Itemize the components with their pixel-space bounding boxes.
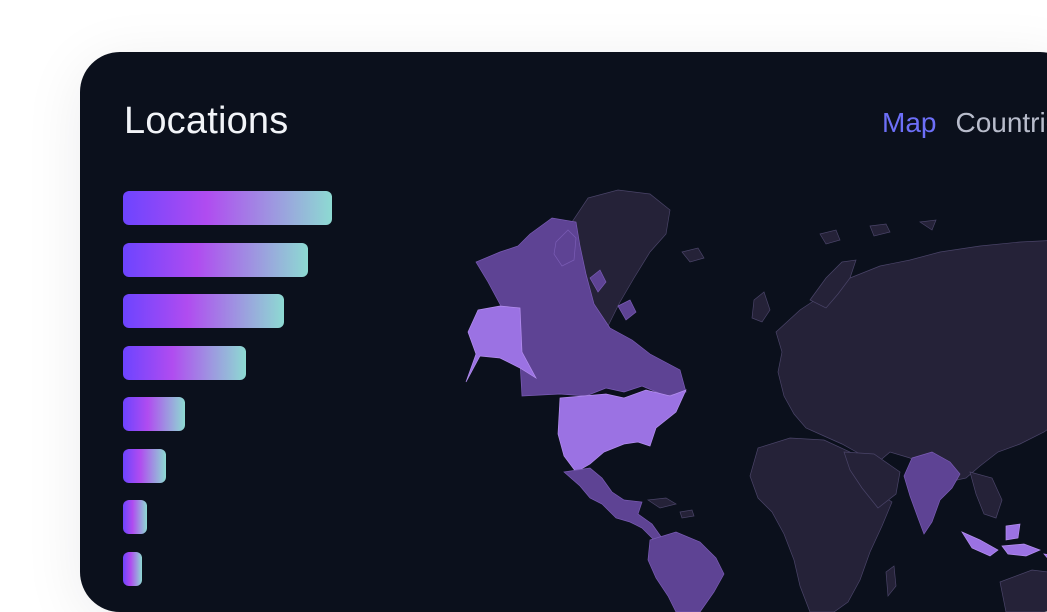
map-region-indonesia[interactable] [961,523,1047,574]
map-region-iceland[interactable] [681,247,705,263]
map-region-australia[interactable] [999,569,1047,612]
tab-map[interactable]: Map [882,107,936,139]
location-bars [123,191,332,603]
map-region-british-isles[interactable] [751,291,771,323]
location-bar[interactable] [123,397,185,431]
map-region-madagascar[interactable] [885,565,897,597]
location-bar[interactable] [123,551,142,586]
location-bar[interactable] [123,345,246,380]
world-map[interactable] [380,182,1047,612]
tab-countries[interactable]: Countries [955,107,1047,139]
map-region-caribbean[interactable] [647,497,695,519]
location-bar[interactable] [123,242,308,277]
location-bar[interactable] [123,294,284,328]
map-region-south-america[interactable] [647,531,725,612]
map-region-united-states[interactable] [557,389,687,473]
map-region-india[interactable] [903,451,961,535]
card-title: Locations [124,100,289,142]
location-bar[interactable] [123,191,332,225]
map-region-mexico[interactable] [563,467,663,541]
map-region-southeast-asia[interactable] [969,471,1003,519]
locations-card: Locations Map Countries [80,52,1047,612]
map-region-svalbard[interactable] [819,219,937,245]
view-tabs: Map Countries [882,107,1047,139]
location-bar[interactable] [123,500,147,534]
location-bar[interactable] [123,448,166,483]
